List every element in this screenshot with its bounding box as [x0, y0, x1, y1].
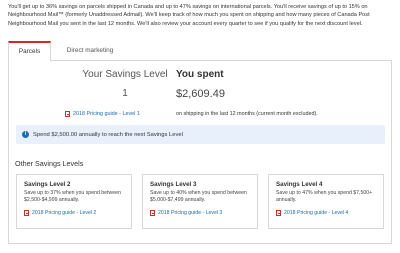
tab-parcels[interactable]: Parcels: [8, 41, 51, 62]
card-description: Save up to 47% when you spend $7,500+ an…: [276, 190, 373, 204]
info-icon: i: [22, 131, 29, 138]
tab-direct-marketing[interactable]: Direct marketing: [54, 41, 126, 61]
you-spent-value: $2,609.49: [176, 88, 225, 100]
pdf-icon: [65, 111, 70, 117]
savings-level-card: Savings Level 2 Save up to 37% when you …: [16, 174, 132, 229]
next-level-info-text: Spend $2,500.00 annually to reach the ne…: [33, 131, 183, 138]
card-title: Savings Level 4: [276, 181, 323, 188]
pricing-guide-link-level-2[interactable]: 2018 Pricing guide - Level 2: [24, 209, 124, 216]
pdf-icon: [24, 209, 29, 216]
card-title: Savings Level 3: [150, 181, 197, 188]
pricing-guide-link-label: 2018 Pricing guide - Level 1: [73, 111, 140, 117]
you-spent-label: You spent: [176, 69, 224, 80]
pdf-icon: [276, 209, 281, 216]
pricing-guide-link-level-4[interactable]: 2018 Pricing guide - Level 4: [276, 209, 376, 216]
shipping-note: on shipping in the last 12 months (curre…: [176, 111, 318, 117]
pricing-guide-link-level-3[interactable]: 2018 Pricing guide - Level 3: [150, 209, 250, 216]
card-title: Savings Level 2: [24, 181, 71, 188]
card-description: Save up to 37% when you spend between $2…: [24, 190, 121, 204]
intro-paragraph: You'll get up to 36% savings on parcels …: [8, 4, 370, 27]
card-link-label: 2018 Pricing guide - Level 4: [284, 209, 349, 216]
other-savings-levels-title: Other Savings Levels: [15, 159, 84, 168]
card-link-label: 2018 Pricing guide - Level 2: [32, 209, 97, 216]
pdf-icon: [150, 209, 155, 216]
savings-level-card: Savings Level 4 Save up to 47% when you …: [268, 174, 384, 229]
card-link-label: 2018 Pricing guide - Level 3: [158, 209, 223, 216]
savings-level-value: 1: [122, 88, 128, 99]
next-level-info-box: i Spend $2,500.00 annually to reach the …: [16, 125, 385, 144]
parcels-panel: Your Savings Level 1 You spent $2,609.49…: [8, 61, 392, 244]
pricing-guide-link-level-1[interactable]: 2018 Pricing guide - Level 1: [65, 111, 140, 117]
savings-level-card: Savings Level 3 Save up to 40% when you …: [142, 174, 258, 229]
savings-level-label: Your Savings Level: [82, 69, 168, 80]
tab-bar: Parcels Direct marketing: [8, 41, 392, 62]
card-description: Save up to 40% when you spend between $5…: [150, 190, 247, 204]
